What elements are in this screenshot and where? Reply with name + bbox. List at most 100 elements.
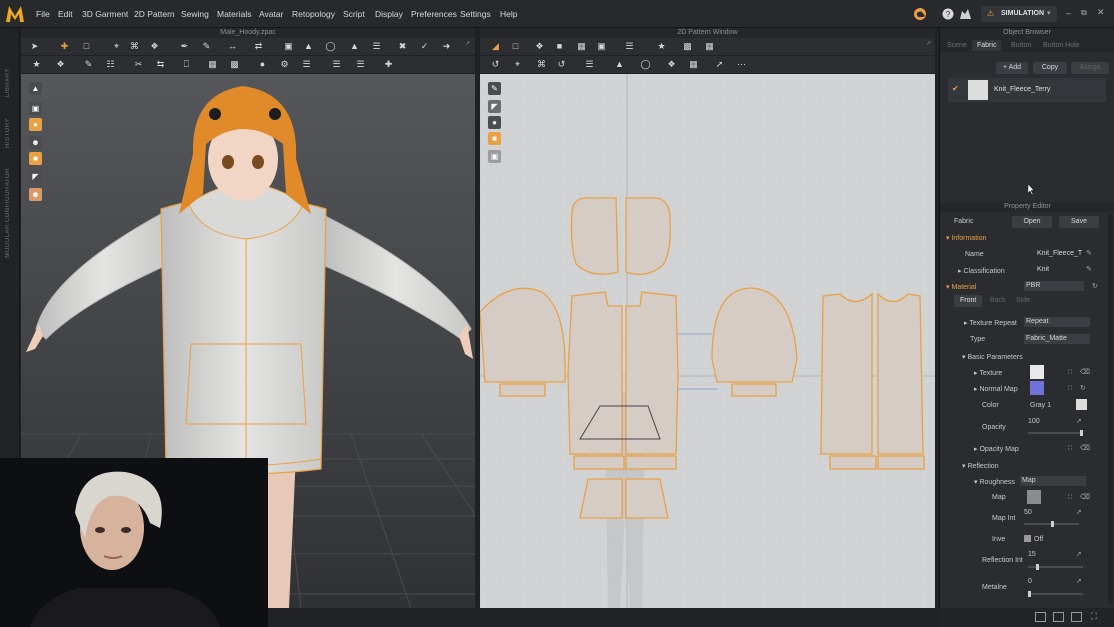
fit-icon[interactable]: ✎ xyxy=(83,59,94,70)
layout-split-icon[interactable] xyxy=(1053,612,1064,622)
save-fabric-button[interactable]: Save xyxy=(1059,216,1099,228)
scene-tool-5-icon[interactable]: ■ xyxy=(29,152,42,165)
menu-edit[interactable]: Edit xyxy=(58,9,73,19)
assign-fabric-button[interactable]: Assign xyxy=(1071,62,1109,74)
graphic-icon[interactable]: ▩ xyxy=(229,59,240,70)
tab-side[interactable]: Side xyxy=(1016,295,1030,307)
dart-icon[interactable]: ☰ xyxy=(624,41,635,52)
basic-parameters-section[interactable]: ▾ Basic Parameters xyxy=(962,353,1023,361)
flip-icon[interactable]: ⇆ xyxy=(155,59,166,70)
offset-icon[interactable]: ⌖ xyxy=(512,59,523,70)
unfold-icon[interactable]: ↺ xyxy=(556,59,567,70)
pattern-tool-3-icon[interactable]: ● xyxy=(488,116,501,129)
tab-front[interactable]: Front xyxy=(954,295,983,307)
pin-box-icon[interactable]: ⌘ xyxy=(129,41,140,52)
map-int-slider-knob[interactable] xyxy=(1051,521,1054,527)
pattern-hem-back-left[interactable] xyxy=(829,455,877,470)
pattern-front-left[interactable] xyxy=(567,291,623,455)
pattern-shirt-icon[interactable]: ▲ xyxy=(614,59,625,70)
zipper-icon[interactable]: ☰ xyxy=(371,41,382,52)
sidebar-tab-modular-configurator[interactable]: MODULAR CONFIGURATOR xyxy=(5,168,11,258)
pattern-hem-front-left[interactable] xyxy=(573,455,625,470)
name-value[interactable]: Knit_Fleece_T xyxy=(1035,249,1085,259)
seam-allowance-icon[interactable]: ☰ xyxy=(584,59,595,70)
stretch-icon[interactable]: ↔ xyxy=(227,41,238,52)
texture-2d-icon[interactable]: ▦ xyxy=(688,59,699,70)
pattern-front-right[interactable] xyxy=(625,291,679,455)
gear-icon[interactable]: ⚙ xyxy=(279,59,290,70)
add-fabric-button[interactable]: + Add xyxy=(996,62,1028,74)
type-dropdown[interactable]: Fabric_Matte xyxy=(1024,334,1090,344)
dashed-line-icon[interactable]: ⋯ xyxy=(736,59,747,70)
invert-checkbox[interactable] xyxy=(1024,535,1031,542)
zipper-2d-icon[interactable]: ❖ xyxy=(666,59,677,70)
scene-tool-2-icon[interactable]: ▣ xyxy=(29,102,42,115)
expand-icon[interactable]: ↗ xyxy=(465,40,470,47)
reflection-int-edit-icon[interactable]: ➚ xyxy=(1076,550,1082,558)
texture-repeat-dropdown[interactable]: Repeat xyxy=(1024,317,1090,327)
pattern-tool-1-icon[interactable]: ✎ xyxy=(488,82,501,95)
roughness-map-swatch[interactable] xyxy=(1027,490,1041,504)
pattern-pocket-right[interactable] xyxy=(625,478,669,519)
classification-label[interactable]: ▸ Classification xyxy=(958,267,1005,275)
marker-icon[interactable]: ➜ xyxy=(441,41,452,52)
metalness-slider[interactable] xyxy=(1028,591,1083,597)
menu-2d-pattern[interactable]: 2D Pattern xyxy=(134,9,175,19)
measure-icon[interactable]: ✓ xyxy=(419,41,430,52)
texture-options-icon[interactable]: ∷ xyxy=(1068,368,1072,376)
roughness-label[interactable]: ▾ Roughness xyxy=(974,478,1015,486)
button-2d-icon[interactable]: ◯ xyxy=(640,59,651,70)
opacity-slider-knob[interactable] xyxy=(1080,430,1083,436)
metalness-slider-knob[interactable] xyxy=(1028,591,1031,597)
edit-pattern-icon[interactable]: ◢ xyxy=(490,41,501,52)
menu-display[interactable]: Display xyxy=(375,9,403,19)
community-icon[interactable] xyxy=(959,8,972,20)
scene-tool-4-icon[interactable]: ☻ xyxy=(29,136,42,149)
layout-grid-icon[interactable] xyxy=(1071,612,1082,622)
edit-classification-icon[interactable]: ✎ xyxy=(1086,265,1092,273)
viewport-2d[interactable]: 2D Pattern Window ◢ □ ❖ ■ ▦ ▣ ☰ ★ ▩ ▦ ↗ … xyxy=(480,28,935,608)
shirt-icon[interactable]: ▲ xyxy=(303,41,314,52)
hang-icon[interactable]: ☰ xyxy=(355,59,366,70)
fold-icon[interactable]: ⇄ xyxy=(253,41,264,52)
pattern-hem-front-right[interactable] xyxy=(625,455,677,470)
layout-single-icon[interactable] xyxy=(1035,612,1046,622)
menu-sewing[interactable]: Sewing xyxy=(181,9,209,19)
pattern-canvas[interactable]: ✎ ◤ ● ■ ▣ xyxy=(480,74,935,608)
menu-materials[interactable]: Materials xyxy=(217,9,251,19)
opacity-map-label[interactable]: ▸ Opacity Map xyxy=(974,445,1019,453)
help-icon[interactable]: ? xyxy=(942,8,954,20)
open-fabric-button[interactable]: Open xyxy=(1012,216,1052,228)
material-dropdown[interactable]: PBR xyxy=(1024,281,1084,291)
restore-icon[interactable]: ⧉ xyxy=(1081,8,1087,18)
close-icon[interactable]: ✕ xyxy=(1097,7,1105,18)
edit-curve-icon[interactable]: ❖ xyxy=(534,41,545,52)
trim-icon[interactable]: ✂ xyxy=(133,59,144,70)
pattern-cuff-left[interactable] xyxy=(499,383,546,397)
button-icon[interactable]: ◯ xyxy=(325,41,336,52)
sphere-icon[interactable]: ● xyxy=(257,59,268,70)
roughness-map-delete-icon[interactable]: ⌫ xyxy=(1080,493,1090,501)
transform-icon[interactable]: □ xyxy=(81,41,92,52)
trace-icon[interactable]: ↺ xyxy=(490,59,501,70)
layer-icon[interactable]: ☰ xyxy=(331,59,342,70)
snap-icon[interactable]: ✚ xyxy=(383,59,394,70)
cloud-sync-icon[interactable] xyxy=(913,7,927,21)
map-int-value[interactable]: 50 xyxy=(1024,509,1032,516)
arrange-icon[interactable]: ❖ xyxy=(55,59,66,70)
texture-repeat-label[interactable]: ▸ Texture Repeat xyxy=(964,319,1017,327)
grid-icon[interactable]: ▦ xyxy=(704,41,715,52)
avatar-pose-icon[interactable]: ★ xyxy=(31,59,42,70)
tape-icon[interactable]: ✖ xyxy=(397,41,408,52)
pin-icon[interactable]: ⌖ xyxy=(111,41,122,52)
pattern-sleeve-left[interactable] xyxy=(480,287,566,383)
tack-icon[interactable]: ❖ xyxy=(149,41,160,52)
mode-selector[interactable]: ⚠ SIMULATION ▾ xyxy=(981,6,1057,22)
pattern-cuff-right[interactable] xyxy=(731,383,777,397)
texture-label[interactable]: ▸ Texture xyxy=(974,369,1002,377)
menu-preferences[interactable]: Preferences xyxy=(411,9,457,19)
normal-map-options-icon[interactable]: ∷ xyxy=(1068,384,1072,392)
normal-map-reload-icon[interactable]: ↻ xyxy=(1080,384,1086,392)
menu-retopology[interactable]: Retopology xyxy=(292,9,335,19)
menu-file[interactable]: File xyxy=(36,9,50,19)
